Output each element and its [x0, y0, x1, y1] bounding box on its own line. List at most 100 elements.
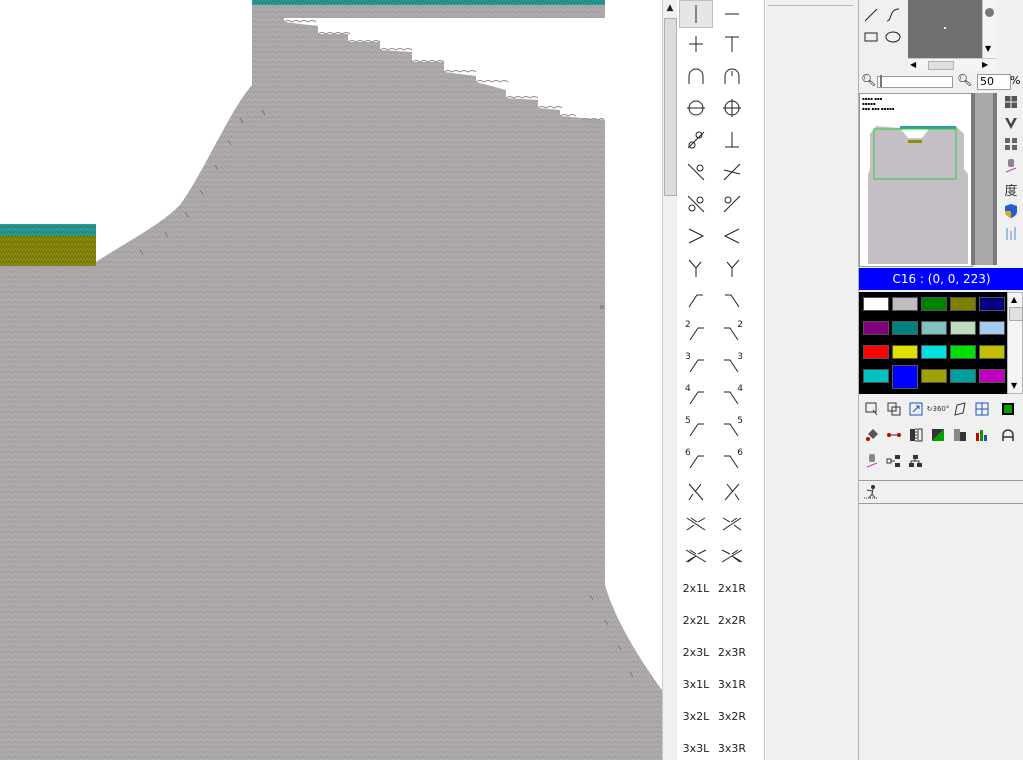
- horizontal-line-symbol-icon[interactable]: [715, 0, 749, 28]
- link-stitch-icon[interactable]: [885, 426, 903, 444]
- color-swatch[interactable]: [863, 369, 889, 383]
- bend-right-symbol-icon[interactable]: [715, 286, 749, 314]
- bend-6-right-symbol[interactable]: 6: [715, 446, 749, 474]
- preview-horizontal-scrollbar[interactable]: ◀ ▶: [908, 58, 996, 71]
- scroll-left-icon[interactable]: ◀: [910, 60, 916, 69]
- cable-2x1r-symbol[interactable]: 2x1R: [715, 574, 749, 602]
- preview-scroll-thumb[interactable]: [928, 61, 954, 70]
- color-swatch[interactable]: [892, 365, 918, 389]
- knitter-figure-icon[interactable]: [863, 484, 879, 504]
- chevron-down-icon[interactable]: ▼: [985, 44, 991, 53]
- slash-circle-symbol-icon[interactable]: [679, 126, 713, 154]
- needle-pink-icon[interactable]: [863, 452, 881, 470]
- node-link-icon[interactable]: [885, 452, 903, 470]
- needle-tool-icon[interactable]: [1002, 157, 1020, 175]
- degree-tool[interactable]: 度: [1002, 180, 1020, 199]
- grid-view-icon[interactable]: [1002, 93, 1020, 111]
- color-swatch[interactable]: [979, 321, 1005, 335]
- zoom-value-input[interactable]: 50: [977, 74, 1011, 90]
- bend-3-right-symbol[interactable]: 3: [715, 350, 749, 378]
- shield-icon[interactable]: [1002, 202, 1020, 220]
- bend-5-left-symbol[interactable]: 5: [679, 414, 713, 442]
- v-neck-tool-icon[interactable]: [1002, 114, 1020, 132]
- cable-2x3r-symbol[interactable]: 2x3R: [715, 638, 749, 666]
- cable-2x1l-symbol[interactable]: 2x1L: [679, 574, 713, 602]
- circle-line-symbol-icon[interactable]: [679, 94, 713, 122]
- circle-cross-symbol-icon[interactable]: [715, 94, 749, 122]
- bend-2-right-symbol[interactable]: 2: [715, 318, 749, 346]
- cable-2x3l-symbol[interactable]: 2x3L: [679, 638, 713, 666]
- ellipse-tool-icon[interactable]: [884, 28, 902, 46]
- double-cross-left-symbol-icon[interactable]: [679, 510, 713, 538]
- cross-circle-left-symbol-icon[interactable]: [679, 190, 713, 218]
- canvas-vertical-scrollbar[interactable]: ▲: [662, 0, 677, 760]
- y-left-symbol-icon[interactable]: [679, 254, 713, 282]
- bend-6-left-symbol[interactable]: 6: [679, 446, 713, 474]
- bars-tool-icon[interactable]: [1002, 224, 1020, 242]
- color-swatch[interactable]: [979, 297, 1005, 311]
- bend-4-left-symbol[interactable]: 4: [679, 382, 713, 410]
- color-swatch[interactable]: [950, 321, 976, 335]
- t-symbol-icon[interactable]: [715, 30, 749, 58]
- swatch-scrollbar[interactable]: ▲ ▼: [1007, 292, 1023, 394]
- cable-3x3l-symbol[interactable]: 3x3L: [679, 734, 713, 762]
- knit-canvas[interactable]: [0, 0, 662, 760]
- cable-3x2r-symbol[interactable]: 3x2R: [715, 702, 749, 730]
- line-tool-icon[interactable]: [862, 6, 880, 24]
- triple-cross-left-symbol-icon[interactable]: [679, 542, 713, 570]
- cross-right-symbol-icon[interactable]: [715, 158, 749, 186]
- swatch-scroll-up-icon[interactable]: ▲: [1011, 295, 1017, 304]
- stitch-grid-icon[interactable]: [1002, 135, 1020, 153]
- color-swatch[interactable]: [863, 321, 889, 335]
- arch-symbol-icon[interactable]: [679, 62, 713, 90]
- hierarchy-icon[interactable]: [907, 452, 925, 470]
- bend-left-symbol-icon[interactable]: [679, 286, 713, 314]
- rectangle-tool-icon[interactable]: [862, 28, 880, 46]
- cross-x-left-symbol-icon[interactable]: [679, 478, 713, 506]
- color-swatch[interactable]: [921, 297, 947, 311]
- color-swatch[interactable]: [921, 369, 947, 383]
- bend-4-right-symbol[interactable]: 4: [715, 382, 749, 410]
- zoom-in-icon[interactable]: 🔍︎: [957, 73, 972, 87]
- garment-thumbnail[interactable]: ▪▪▪▪ ▪▪▪ ▪▪▪▪▪ ▪▪▪ ▪▪▪ ▪▪▪▪▪: [859, 93, 973, 267]
- cable-2x2l-symbol[interactable]: 2x2L: [679, 606, 713, 634]
- color-swatch[interactable]: [863, 297, 889, 311]
- color-swatch[interactable]: [892, 321, 918, 335]
- color-swatch[interactable]: [892, 297, 918, 311]
- scroll-up-arrow-icon[interactable]: ▲: [664, 1, 676, 15]
- color-swatch[interactable]: [892, 345, 918, 359]
- bend-3-left-symbol[interactable]: 3: [679, 350, 713, 378]
- color-bars-icon[interactable]: [973, 426, 991, 444]
- paint-bucket-icon[interactable]: [863, 426, 881, 444]
- color-fill-square-icon[interactable]: [999, 400, 1017, 418]
- mirror-tool-icon[interactable]: [907, 426, 925, 444]
- scroll-thumb[interactable]: [664, 18, 677, 196]
- cross-circle-right-symbol-icon[interactable]: [715, 190, 749, 218]
- bend-2-left-symbol[interactable]: 2: [679, 318, 713, 346]
- color-swatch[interactable]: [979, 345, 1005, 359]
- diagonal-fill-icon[interactable]: [929, 426, 947, 444]
- chevron-left-symbol-icon[interactable]: [715, 222, 749, 250]
- plus-symbol-icon[interactable]: [679, 30, 713, 58]
- rotate-360-icon[interactable]: ↻360°: [927, 400, 950, 418]
- swatch-scroll-down-icon[interactable]: ▼: [1011, 381, 1017, 390]
- double-cross-right-symbol-icon[interactable]: [715, 510, 749, 538]
- zoom-slider-handle[interactable]: [880, 75, 882, 87]
- chevron-right-symbol-icon[interactable]: [679, 222, 713, 250]
- bend-5-right-symbol[interactable]: 5: [715, 414, 749, 442]
- cross-x-right-symbol-icon[interactable]: [715, 478, 749, 506]
- zoom-slider[interactable]: [877, 75, 953, 88]
- color-swatch[interactable]: [921, 321, 947, 335]
- cable-3x1l-symbol[interactable]: 3x1L: [679, 670, 713, 698]
- y-right-symbol-icon[interactable]: [715, 254, 749, 282]
- half-fill-icon[interactable]: [951, 426, 969, 444]
- color-swatch[interactable]: [979, 369, 1005, 383]
- color-swatch[interactable]: [950, 345, 976, 359]
- preview-scrollbar[interactable]: ▼: [982, 0, 997, 58]
- zoom-out-icon[interactable]: 🔍︎: [861, 73, 876, 87]
- copy-area-icon[interactable]: [885, 400, 903, 418]
- cable-2x2r-symbol[interactable]: 2x2R: [715, 606, 749, 634]
- cable-3x1r-symbol[interactable]: 3x1R: [715, 670, 749, 698]
- cable-3x2l-symbol[interactable]: 3x2L: [679, 702, 713, 730]
- color-swatch[interactable]: [863, 345, 889, 359]
